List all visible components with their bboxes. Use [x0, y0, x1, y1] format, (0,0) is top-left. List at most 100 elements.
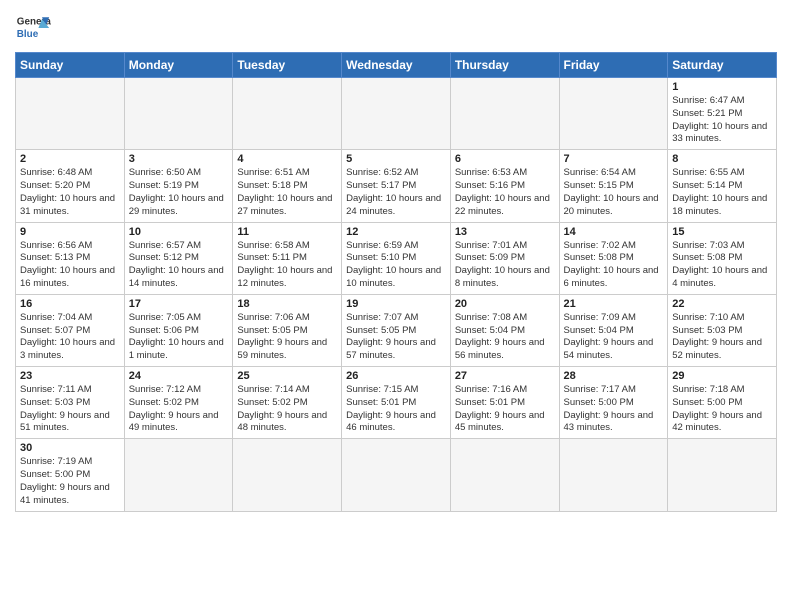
calendar-cell	[16, 78, 125, 150]
day-info: Sunrise: 7:07 AM Sunset: 5:05 PM Dayligh…	[346, 312, 446, 363]
calendar-cell: 18 Sunrise: 7:06 AM Sunset: 5:05 PM Dayli…	[233, 294, 342, 366]
calendar-cell: 26Sunrise: 7:15 AM Sunset: 5:01 PM Dayli…	[342, 367, 451, 439]
calendar-cell: 12 Sunrise: 6:59 AM Sunset: 5:10 PM Dayli…	[342, 222, 451, 294]
logo: General Blue	[15, 10, 51, 46]
calendar-cell: 23 Sunrise: 7:11 AM Sunset: 5:03 PM Dayli…	[16, 367, 125, 439]
day-number: 11	[237, 226, 337, 238]
day-header-sunday: Sunday	[16, 53, 125, 78]
week-row-2: 9 Sunrise: 6:56 AM Sunset: 5:13 PM Daylig…	[16, 222, 777, 294]
calendar-cell: 11 Sunrise: 6:58 AM Sunset: 5:11 PM Dayli…	[233, 222, 342, 294]
day-info: Sunrise: 6:50 AM Sunset: 5:19 PM Dayligh…	[129, 167, 229, 218]
day-number: 24	[129, 370, 229, 382]
day-number: 19	[346, 298, 446, 310]
calendar-cell: 22 Sunrise: 7:10 AM Sunset: 5:03 PM Dayli…	[668, 294, 777, 366]
day-number: 3	[129, 153, 229, 165]
calendar-cell: 29 Sunrise: 7:18 AM Sunset: 5:00 PM Dayli…	[668, 367, 777, 439]
day-number: 16	[20, 298, 120, 310]
calendar-cell: 7 Sunrise: 6:54 AM Sunset: 5:15 PM Daylig…	[559, 150, 668, 222]
day-info: Sunrise: 7:06 AM Sunset: 5:05 PM Dayligh…	[237, 312, 337, 363]
day-number: 7	[564, 153, 664, 165]
day-header-monday: Monday	[124, 53, 233, 78]
day-info: Sunrise: 7:14 AM Sunset: 5:02 PM Dayligh…	[237, 384, 337, 435]
day-info: Sunrise: 6:53 AM Sunset: 5:16 PM Dayligh…	[455, 167, 555, 218]
calendar-cell: 15 Sunrise: 7:03 AM Sunset: 5:08 PM Dayli…	[668, 222, 777, 294]
calendar-cell: 4Sunrise: 6:51 AM Sunset: 5:18 PM Daylig…	[233, 150, 342, 222]
day-number: 22	[672, 298, 772, 310]
day-number: 17	[129, 298, 229, 310]
svg-text:Blue: Blue	[17, 29, 39, 40]
day-info: Sunrise: 7:16 AM Sunset: 5:01 PM Dayligh…	[455, 384, 555, 435]
day-number: 18	[237, 298, 337, 310]
day-info: Sunrise: 7:05 AM Sunset: 5:06 PM Dayligh…	[129, 312, 229, 363]
day-number: 13	[455, 226, 555, 238]
day-info: Sunrise: 7:10 AM Sunset: 5:03 PM Dayligh…	[672, 312, 772, 363]
day-number: 23	[20, 370, 120, 382]
day-info: Sunrise: 7:18 AM Sunset: 5:00 PM Dayligh…	[672, 384, 772, 435]
day-header-saturday: Saturday	[668, 53, 777, 78]
day-info: Sunrise: 7:08 AM Sunset: 5:04 PM Dayligh…	[455, 312, 555, 363]
calendar-cell	[342, 439, 451, 511]
day-number: 8	[672, 153, 772, 165]
day-header-tuesday: Tuesday	[233, 53, 342, 78]
calendar-cell: 30 Sunrise: 7:19 AM Sunset: 5:00 PM Dayli…	[16, 439, 125, 511]
day-number: 4	[237, 153, 337, 165]
day-info: Sunrise: 6:56 AM Sunset: 5:13 PM Dayligh…	[20, 240, 120, 291]
calendar-cell: 25 Sunrise: 7:14 AM Sunset: 5:02 PM Dayli…	[233, 367, 342, 439]
calendar-cell: 21Sunrise: 7:09 AM Sunset: 5:04 PM Dayli…	[559, 294, 668, 366]
logo-icon: General Blue	[15, 10, 51, 46]
week-row-5: 30 Sunrise: 7:19 AM Sunset: 5:00 PM Dayli…	[16, 439, 777, 511]
calendar-cell: 13Sunrise: 7:01 AM Sunset: 5:09 PM Dayli…	[450, 222, 559, 294]
day-number: 6	[455, 153, 555, 165]
day-number: 2	[20, 153, 120, 165]
day-number: 30	[20, 442, 120, 454]
day-info: Sunrise: 7:11 AM Sunset: 5:03 PM Dayligh…	[20, 384, 120, 435]
day-number: 10	[129, 226, 229, 238]
calendar-cell: 8 Sunrise: 6:55 AM Sunset: 5:14 PM Daylig…	[668, 150, 777, 222]
day-number: 26	[346, 370, 446, 382]
day-number: 5	[346, 153, 446, 165]
day-info: Sunrise: 7:04 AM Sunset: 5:07 PM Dayligh…	[20, 312, 120, 363]
day-info: Sunrise: 7:12 AM Sunset: 5:02 PM Dayligh…	[129, 384, 229, 435]
calendar-cell	[124, 439, 233, 511]
day-info: Sunrise: 6:59 AM Sunset: 5:10 PM Dayligh…	[346, 240, 446, 291]
day-number: 12	[346, 226, 446, 238]
day-info: Sunrise: 7:03 AM Sunset: 5:08 PM Dayligh…	[672, 240, 772, 291]
day-info: Sunrise: 6:54 AM Sunset: 5:15 PM Dayligh…	[564, 167, 664, 218]
calendar-cell	[450, 78, 559, 150]
day-number: 14	[564, 226, 664, 238]
day-header-wednesday: Wednesday	[342, 53, 451, 78]
calendar-cell	[450, 439, 559, 511]
calendar-table: SundayMondayTuesdayWednesdayThursdayFrid…	[15, 52, 777, 512]
day-info: Sunrise: 6:58 AM Sunset: 5:11 PM Dayligh…	[237, 240, 337, 291]
calendar-cell	[668, 439, 777, 511]
calendar-cell: 2Sunrise: 6:48 AM Sunset: 5:20 PM Daylig…	[16, 150, 125, 222]
week-row-4: 23 Sunrise: 7:11 AM Sunset: 5:03 PM Dayli…	[16, 367, 777, 439]
day-info: Sunrise: 6:55 AM Sunset: 5:14 PM Dayligh…	[672, 167, 772, 218]
calendar-cell: 16 Sunrise: 7:04 AM Sunset: 5:07 PM Dayli…	[16, 294, 125, 366]
day-info: Sunrise: 7:17 AM Sunset: 5:00 PM Dayligh…	[564, 384, 664, 435]
calendar-cell: 14Sunrise: 7:02 AM Sunset: 5:08 PM Dayli…	[559, 222, 668, 294]
day-number: 28	[564, 370, 664, 382]
day-header-thursday: Thursday	[450, 53, 559, 78]
calendar-cell: 24 Sunrise: 7:12 AM Sunset: 5:02 PM Dayli…	[124, 367, 233, 439]
calendar-header-row: SundayMondayTuesdayWednesdayThursdayFrid…	[16, 53, 777, 78]
day-number: 25	[237, 370, 337, 382]
calendar-cell	[124, 78, 233, 150]
day-number: 9	[20, 226, 120, 238]
day-info: Sunrise: 7:19 AM Sunset: 5:00 PM Dayligh…	[20, 456, 120, 507]
day-number: 15	[672, 226, 772, 238]
day-info: Sunrise: 6:52 AM Sunset: 5:17 PM Dayligh…	[346, 167, 446, 218]
calendar-cell: 20 Sunrise: 7:08 AM Sunset: 5:04 PM Dayli…	[450, 294, 559, 366]
calendar-cell	[559, 439, 668, 511]
day-info: Sunrise: 6:57 AM Sunset: 5:12 PM Dayligh…	[129, 240, 229, 291]
day-number: 20	[455, 298, 555, 310]
calendar-cell: 1 Sunrise: 6:47 AM Sunset: 5:21 PM Daylig…	[668, 78, 777, 150]
week-row-3: 16 Sunrise: 7:04 AM Sunset: 5:07 PM Dayli…	[16, 294, 777, 366]
day-number: 1	[672, 81, 772, 93]
calendar-cell: 5 Sunrise: 6:52 AM Sunset: 5:17 PM Daylig…	[342, 150, 451, 222]
day-number: 29	[672, 370, 772, 382]
day-info: Sunrise: 6:47 AM Sunset: 5:21 PM Dayligh…	[672, 95, 772, 146]
calendar-cell	[559, 78, 668, 150]
calendar-cell: 28 Sunrise: 7:17 AM Sunset: 5:00 PM Dayli…	[559, 367, 668, 439]
day-header-friday: Friday	[559, 53, 668, 78]
